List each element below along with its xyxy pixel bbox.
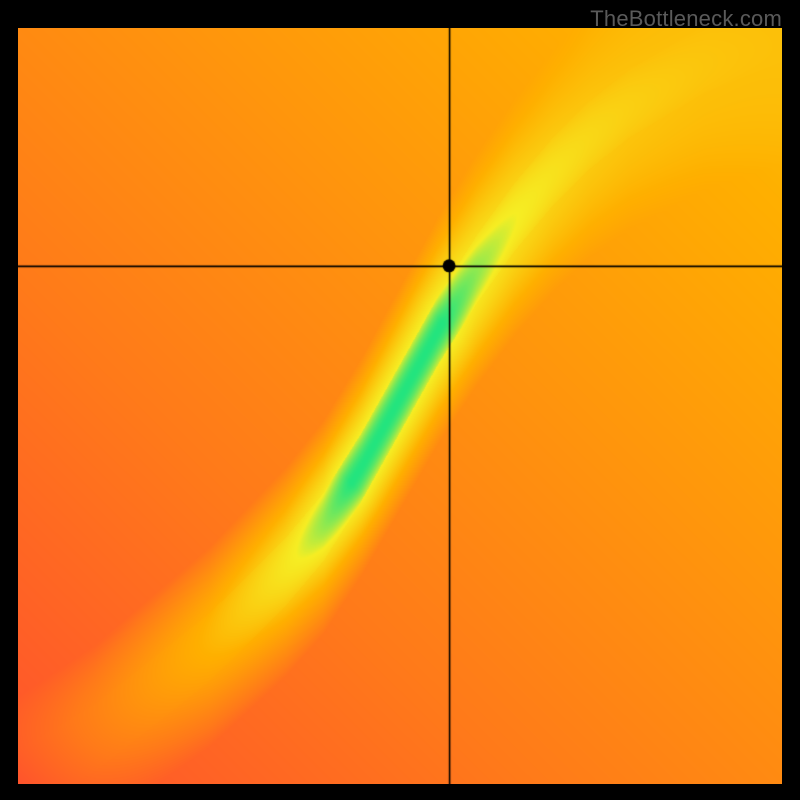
heatmap-canvas [18,28,782,784]
watermark-text: TheBottleneck.com [590,6,782,32]
root-container: { "watermark": "TheBottleneck.com", "can… [0,0,800,800]
